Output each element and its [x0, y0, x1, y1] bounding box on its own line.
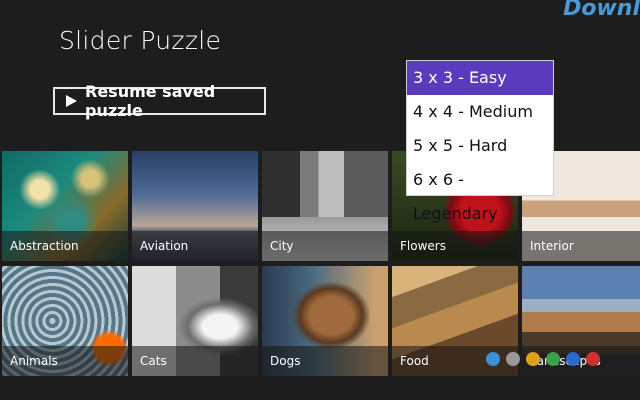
- tile-label: Cats: [140, 354, 167, 368]
- difficulty-menu: 3 x 3 - Easy 4 x 4 - Medium 5 x 5 - Hard…: [406, 60, 554, 223]
- play-icon: [66, 95, 77, 107]
- category-tile-dogs[interactable]: Dogs: [262, 266, 388, 376]
- difficulty-option-medium[interactable]: 4 x 4 - Medium: [407, 95, 553, 129]
- watermark-text: Downl: [563, 0, 640, 21]
- watermark-dot: [526, 352, 540, 366]
- watermark-dot: [486, 352, 500, 366]
- tile-label: Animals: [10, 354, 58, 368]
- resume-puzzle-button[interactable]: Resume saved puzzle: [53, 82, 266, 120]
- category-tile-city[interactable]: City: [262, 151, 388, 261]
- difficulty-option-easy[interactable]: 3 x 3 - Easy: [407, 61, 553, 95]
- watermark-dot: [566, 352, 580, 366]
- tile-label: Flowers: [400, 239, 446, 253]
- tile-label: City: [270, 239, 294, 253]
- category-tile-abstraction[interactable]: Abstraction: [2, 151, 128, 261]
- tile-label: Interior: [530, 239, 574, 253]
- watermark-dots: [486, 352, 600, 366]
- category-tile-aviation[interactable]: Aviation: [132, 151, 258, 261]
- watermark-dot: [586, 352, 600, 366]
- resume-button-label: Resume saved puzzle: [85, 82, 216, 120]
- tile-label: Aviation: [140, 239, 189, 253]
- tile-label: Dogs: [270, 354, 301, 368]
- difficulty-option-legendary[interactable]: 6 x 6 - Legendary: [407, 163, 553, 223]
- category-tile-animals[interactable]: Animals: [2, 266, 128, 376]
- tile-label: Abstraction: [10, 239, 79, 253]
- page-title: Slider Puzzle: [59, 26, 222, 55]
- tile-label: Food: [400, 354, 429, 368]
- difficulty-option-hard[interactable]: 5 x 5 - Hard: [407, 129, 553, 163]
- watermark-dot: [546, 352, 560, 366]
- category-tile-cats[interactable]: Cats: [132, 266, 258, 376]
- watermark-dot: [506, 352, 520, 366]
